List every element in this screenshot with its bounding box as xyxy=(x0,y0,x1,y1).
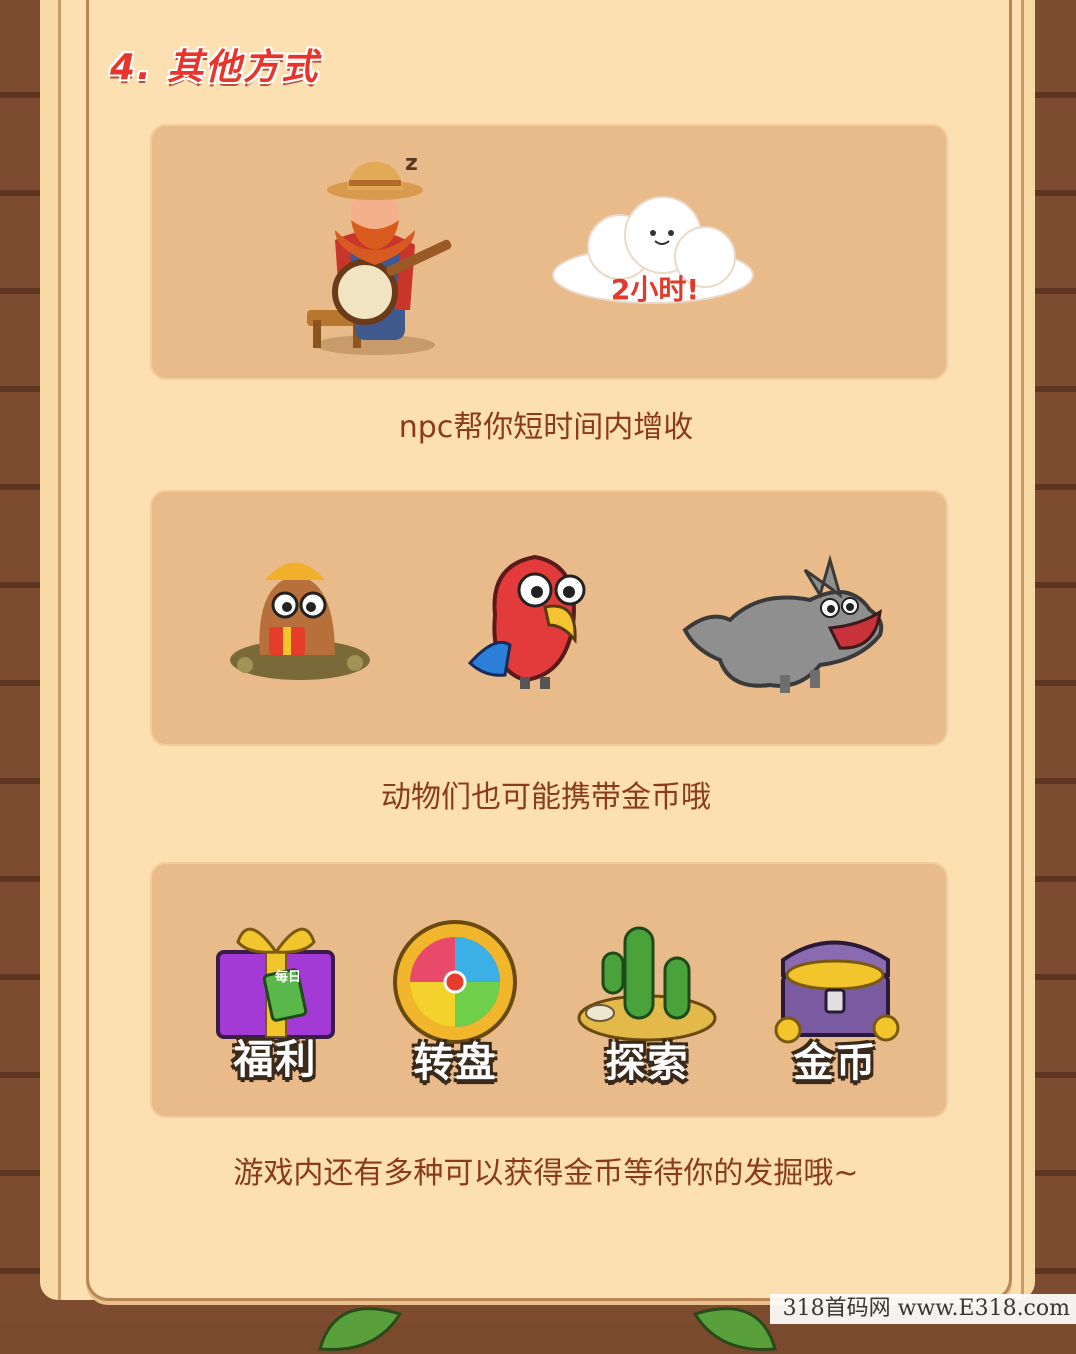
tile-welfare[interactable]: 每日 福利 xyxy=(208,912,343,1083)
svg-text:z: z xyxy=(405,151,418,176)
wolf-icon xyxy=(682,554,884,693)
parrot-icon xyxy=(467,554,586,689)
cloud-duration-text: 2小时! xyxy=(610,273,700,306)
section-title: 4. 其他方式 xyxy=(110,47,320,88)
tile-label: 转盘 xyxy=(413,1040,498,1086)
tile-wheel[interactable]: 转盘 xyxy=(388,920,523,1086)
tile-label: 金币 xyxy=(793,1040,878,1086)
animals-caption: 动物们也可能携带金币哦 xyxy=(381,780,711,815)
leaf-icon xyxy=(318,1307,403,1352)
tile-coins[interactable]: 金币 xyxy=(768,920,903,1086)
banjo-farmer-npc-icon: z xyxy=(307,151,452,355)
cactus-icon xyxy=(577,926,717,1042)
leaf-icon xyxy=(692,1307,777,1352)
tile-explore[interactable]: 探索 xyxy=(575,918,720,1086)
npc-caption: npc帮你短时间内增收 xyxy=(398,410,694,445)
tile-label: 探索 xyxy=(605,1040,690,1086)
tile-label: 福利 xyxy=(233,1037,318,1083)
site-watermark: 318首码网 www.E318.com xyxy=(770,1294,1076,1324)
gopher-icon xyxy=(230,562,370,680)
features-caption: 游戏内还有多种可以获得金币等待你的发掘哦~ xyxy=(233,1156,859,1191)
daily-badge: 每日 xyxy=(274,970,301,985)
